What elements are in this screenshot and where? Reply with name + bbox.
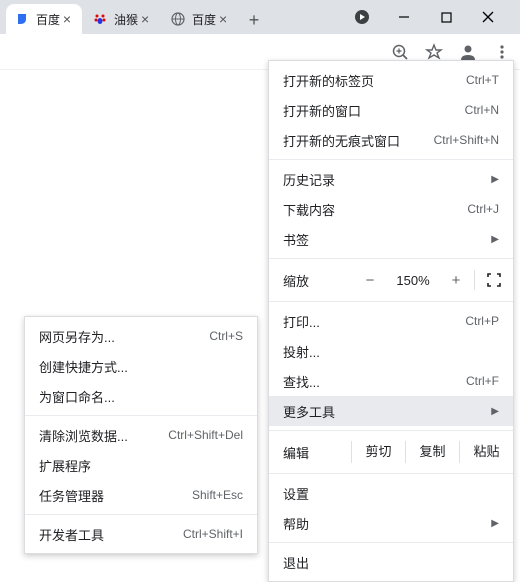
- menu-separator: [269, 473, 513, 474]
- menu-label: 帮助: [283, 514, 467, 533]
- media-icon[interactable]: [350, 5, 374, 29]
- tab-title: 油猴: [114, 11, 138, 28]
- menu-accel: Ctrl+Shift+Del: [168, 428, 243, 442]
- menu-label: 开发者工具: [39, 525, 159, 544]
- zoom-out-button[interactable]: −: [352, 272, 388, 289]
- window-controls: [350, 0, 520, 34]
- menu-accel: Ctrl+Shift+I: [183, 527, 243, 541]
- menu-label: 扩展程序: [39, 456, 243, 475]
- globe-icon: [170, 11, 186, 27]
- baidu-icon: [14, 11, 30, 27]
- new-tab-button[interactable]: +: [240, 6, 268, 34]
- zoom-indicator-icon[interactable]: [390, 42, 410, 62]
- menu-exit[interactable]: 退出: [269, 547, 513, 577]
- submenu-clear-data[interactable]: 清除浏览数据... Ctrl+Shift+Del: [25, 420, 257, 450]
- menu-accel: Ctrl+J: [467, 202, 499, 216]
- submenu-create-shortcut[interactable]: 创建快捷方式...: [25, 351, 257, 381]
- tab-2[interactable]: 油猴 ×: [84, 4, 160, 34]
- menu-accel: Ctrl+P: [465, 314, 499, 328]
- menu-separator: [269, 542, 513, 543]
- zoom-in-button[interactable]: +: [438, 272, 474, 289]
- menu-label: 更多工具: [283, 402, 467, 421]
- tab-3[interactable]: 百度 ×: [162, 4, 238, 34]
- menu-new-tab[interactable]: 打开新的标签页 Ctrl+T: [269, 65, 513, 95]
- menu-label: 下载内容: [283, 200, 443, 219]
- submenu-save-as[interactable]: 网页另存为... Ctrl+S: [25, 321, 257, 351]
- minimize-button[interactable]: [392, 5, 416, 29]
- menu-label: 网页另存为...: [39, 327, 185, 346]
- menu-separator: [269, 159, 513, 160]
- menu-label: 任务管理器: [39, 486, 168, 505]
- menu-find[interactable]: 查找... Ctrl+F: [269, 366, 513, 396]
- menu-history[interactable]: 历史记录 ▶: [269, 164, 513, 194]
- baidu-paw-icon: [92, 11, 108, 27]
- menu-accel: Ctrl+N: [465, 103, 499, 117]
- tab-1[interactable]: 百度 ×: [6, 4, 82, 34]
- close-window-button[interactable]: [476, 5, 500, 29]
- submenu-task-manager[interactable]: 任务管理器 Shift+Esc: [25, 480, 257, 510]
- menu-separator: [269, 301, 513, 302]
- menu-separator: [269, 430, 513, 431]
- menu-label: 投射...: [283, 342, 499, 361]
- more-tools-submenu: 网页另存为... Ctrl+S 创建快捷方式... 为窗口命名... 清除浏览数…: [24, 316, 258, 554]
- paste-button[interactable]: 粘贴: [459, 441, 513, 463]
- menu-separator: [269, 258, 513, 259]
- menu-label: 打开新的无痕式窗口: [283, 131, 410, 150]
- menu-zoom-row: 缩放 − 150% +: [269, 263, 513, 297]
- menu-accel: Ctrl+S: [209, 329, 243, 343]
- menu-label: 打印...: [283, 312, 441, 331]
- submenu-dev-tools[interactable]: 开发者工具 Ctrl+Shift+I: [25, 519, 257, 549]
- menu-print[interactable]: 打印... Ctrl+P: [269, 306, 513, 336]
- submenu-extensions[interactable]: 扩展程序: [25, 450, 257, 480]
- zoom-label: 缩放: [283, 271, 352, 290]
- tab-title: 百度: [36, 11, 60, 28]
- cut-button[interactable]: 剪切: [351, 441, 405, 463]
- chevron-right-icon: ▶: [491, 518, 499, 529]
- menu-edit-row: 编辑 剪切 复制 粘贴: [269, 435, 513, 469]
- menu-separator: [25, 514, 257, 515]
- menu-label: 清除浏览数据...: [39, 426, 144, 445]
- menu-settings[interactable]: 设置: [269, 478, 513, 508]
- chrome-main-menu: 打开新的标签页 Ctrl+T 打开新的窗口 Ctrl+N 打开新的无痕式窗口 C…: [268, 60, 514, 582]
- menu-label: 打开新的标签页: [283, 71, 442, 90]
- menu-bookmarks[interactable]: 书签 ▶: [269, 224, 513, 254]
- chevron-right-icon: ▶: [491, 406, 499, 417]
- menu-label: 为窗口命名...: [39, 387, 243, 406]
- chevron-right-icon: ▶: [491, 174, 499, 185]
- menu-help[interactable]: 帮助 ▶: [269, 508, 513, 538]
- profile-icon[interactable]: [458, 42, 478, 62]
- menu-label: 创建快捷方式...: [39, 357, 243, 376]
- close-icon[interactable]: ×: [216, 12, 230, 26]
- menu-label: 书签: [283, 230, 467, 249]
- zoom-value: 150%: [388, 273, 438, 288]
- submenu-name-window[interactable]: 为窗口命名...: [25, 381, 257, 411]
- menu-label: 设置: [283, 484, 499, 503]
- maximize-button[interactable]: [434, 5, 458, 29]
- close-icon[interactable]: ×: [60, 12, 74, 26]
- menu-accel: Shift+Esc: [192, 488, 243, 502]
- fullscreen-button[interactable]: [475, 273, 513, 287]
- copy-button[interactable]: 复制: [405, 441, 459, 463]
- tab-bar: 百度 × 油猴 × 百度 × +: [0, 0, 520, 34]
- menu-label: 历史记录: [283, 170, 467, 189]
- menu-new-window[interactable]: 打开新的窗口 Ctrl+N: [269, 95, 513, 125]
- menu-accel: Ctrl+F: [466, 374, 499, 388]
- menu-accel: Ctrl+Shift+N: [434, 133, 499, 147]
- menu-new-incognito[interactable]: 打开新的无痕式窗口 Ctrl+Shift+N: [269, 125, 513, 155]
- menu-cast[interactable]: 投射...: [269, 336, 513, 366]
- menu-more-tools[interactable]: 更多工具 ▶: [269, 396, 513, 426]
- bookmark-star-icon[interactable]: [424, 42, 444, 62]
- menu-label: 查找...: [283, 372, 442, 391]
- edit-label: 编辑: [283, 443, 351, 462]
- menu-accel: Ctrl+T: [466, 73, 499, 87]
- chevron-right-icon: ▶: [491, 234, 499, 245]
- menu-downloads[interactable]: 下载内容 Ctrl+J: [269, 194, 513, 224]
- tab-title: 百度: [192, 11, 216, 28]
- close-icon[interactable]: ×: [138, 12, 152, 26]
- menu-button[interactable]: [492, 42, 512, 62]
- menu-label: 退出: [283, 553, 499, 572]
- menu-label: 打开新的窗口: [283, 101, 441, 120]
- menu-separator: [25, 415, 257, 416]
